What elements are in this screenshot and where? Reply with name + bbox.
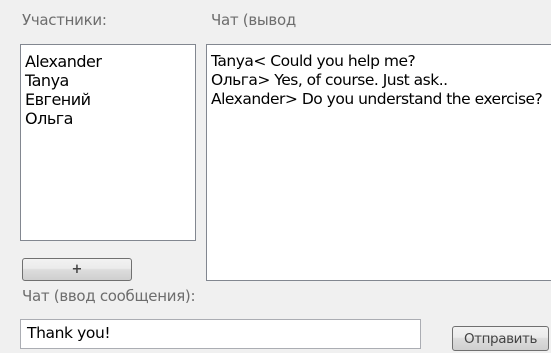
participant-item[interactable]: Tanya <box>21 71 195 90</box>
chat-message: Ольга> Yes, of course. Just ask.. <box>211 71 448 89</box>
chat-output-label: Чат (вывод <box>211 11 296 29</box>
add-participant-button[interactable]: + <box>22 258 132 281</box>
plus-icon: + <box>71 262 83 277</box>
participant-item[interactable]: Евгений <box>21 90 195 109</box>
participants-list[interactable]: Alexander Tanya Евгений Ольга <box>20 44 196 241</box>
send-button[interactable]: Отправить <box>452 326 549 351</box>
send-button-label: Отправить <box>463 330 538 347</box>
message-input[interactable]: Thank you! <box>20 319 421 349</box>
chat-message: Tanya< Could you help me? <box>211 52 416 70</box>
participant-item[interactable]: Alexander <box>21 52 195 71</box>
participants-label: Участники: <box>22 11 107 29</box>
chat-output-box: Tanya< Could you help me? Ольга> Yes, of… <box>206 44 551 281</box>
chat-message: Alexander> Do you understand the exercis… <box>211 90 543 108</box>
participant-item[interactable]: Ольга <box>21 109 195 128</box>
chat-input-label: Чат (ввод сообщения): <box>22 287 196 305</box>
